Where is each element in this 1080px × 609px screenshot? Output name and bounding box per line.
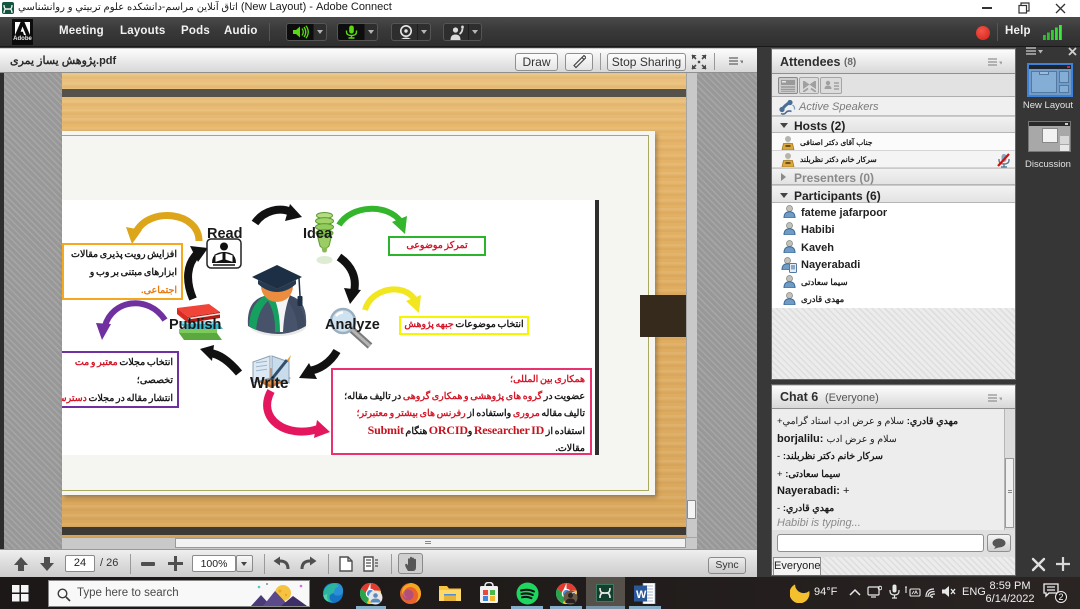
svg-text:Idea: Idea xyxy=(303,226,333,242)
svg-text:Write: Write xyxy=(250,375,289,392)
svg-text:W: W xyxy=(636,589,647,601)
svg-text:Publish: Publish xyxy=(169,317,221,333)
svg-text:Analyze: Analyze xyxy=(325,317,380,333)
svg-text:Read: Read xyxy=(207,226,242,242)
